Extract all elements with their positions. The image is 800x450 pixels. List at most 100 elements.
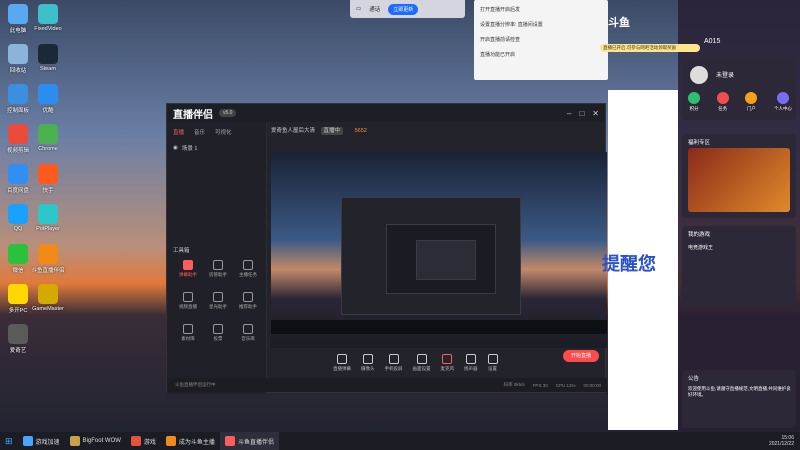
- taskbar: ⊞ 游戏加速 BigFoot WOW 游戏 成为斗鱼主播 斗鱼直播伴侣 15:0…: [0, 432, 800, 450]
- status-fps: FPS 30: [532, 382, 548, 388]
- app-icon: [38, 204, 58, 224]
- admin-icon: [213, 260, 223, 270]
- desktop-icon-label: 斗鱼直播伴侣: [31, 268, 65, 274]
- login-label[interactable]: 未登录: [716, 70, 734, 79]
- viewer-count: 5652: [354, 128, 367, 134]
- tool-item[interactable]: 视频直播: [173, 292, 203, 310]
- star-icon: [213, 292, 223, 302]
- tool-grid: 弹幕助手 房管助手 主播任务 视频直播 星光助手 推荐助手 素材库 投票 音乐库: [173, 260, 263, 342]
- status-bar: 斗鱼直播伴侣运行中 码率 0kb/s FPS 30 CPU 12% 00:00:…: [167, 378, 607, 392]
- app-icon: [165, 436, 176, 446]
- taskbar-item[interactable]: BigFoot WOW: [65, 432, 126, 450]
- top-call-bar: ▭ 通话 立即更新: [350, 0, 465, 18]
- game-title[interactable]: 电竞游戏王: [688, 244, 713, 251]
- close-icon[interactable]: ✕: [592, 109, 599, 118]
- danmu-icon: [337, 354, 347, 364]
- notif-line: 开启直播前请检查: [480, 37, 521, 43]
- clock-date: 2021/12/22: [768, 441, 794, 447]
- avatar[interactable]: [690, 66, 708, 84]
- quick-item[interactable]: 任务: [716, 92, 729, 112]
- eye-icon: ◉: [173, 145, 178, 151]
- portal-icon: [745, 92, 758, 104]
- app-logo: 直播伴侣: [173, 109, 213, 121]
- games-card: 我的游戏 电竞游戏王: [682, 226, 796, 306]
- taskbar-item[interactable]: 成为斗鱼主播: [161, 432, 220, 450]
- maximize-icon[interactable]: □: [579, 109, 584, 118]
- taskbar-item[interactable]: 游戏: [126, 432, 161, 450]
- desktop-icon[interactable]: GameMaster: [30, 284, 66, 312]
- desktop-icon-label: Chrome: [38, 146, 58, 152]
- profile-icon: [776, 92, 789, 104]
- app-icon: [8, 324, 28, 344]
- control-camera[interactable]: 摄像头: [361, 354, 375, 372]
- scene-row[interactable]: ◉ 场景 1: [167, 142, 266, 154]
- music-icon: [243, 324, 253, 334]
- tab-music[interactable]: 音乐: [194, 128, 205, 136]
- cast-icon: [388, 354, 399, 364]
- quick-item[interactable]: 个人中心: [774, 92, 792, 112]
- minimize-icon[interactable]: –: [567, 109, 571, 118]
- control-speaker[interactable]: 扬声器: [464, 354, 478, 372]
- start-live-button[interactable]: 开始直播: [563, 350, 599, 362]
- tool-item[interactable]: 主播任务: [233, 260, 263, 278]
- control-mic[interactable]: 麦克风: [441, 354, 454, 372]
- taskbar-item[interactable]: 斗鱼直播伴侣: [219, 432, 279, 450]
- camera-icon: [362, 354, 373, 364]
- control-cast[interactable]: 手机投屏: [385, 354, 403, 372]
- control-settings[interactable]: 设置: [487, 354, 498, 372]
- app-icon: [8, 84, 28, 104]
- tool-item[interactable]: 弹幕助手: [173, 260, 203, 278]
- windows-icon: ⊞: [5, 435, 13, 446]
- room-title: 爱奇鱼人屋后大清: [271, 128, 316, 134]
- tool-item[interactable]: 推荐助手: [233, 292, 263, 310]
- status-text: 斗鱼直播伴侣运行中: [175, 382, 216, 387]
- desktop-icon[interactable]: 优酷: [30, 84, 66, 114]
- nested-taskbar: [271, 320, 607, 334]
- refresh-button[interactable]: 立即更新: [388, 3, 419, 15]
- tab-visual[interactable]: 可视化: [215, 128, 232, 136]
- app-icon: [38, 244, 58, 264]
- quick-item[interactable]: 门户: [745, 92, 758, 112]
- desktop-icon[interactable]: Steam: [30, 44, 66, 72]
- welfare-banner[interactable]: [688, 148, 790, 212]
- login-card: 未登录 积分 任务 门户 个人中心: [682, 58, 796, 120]
- browser-window: 提醒您: [602, 90, 678, 430]
- app-icon: [38, 284, 58, 304]
- app-icon: [8, 284, 28, 304]
- start-button[interactable]: ⊞: [0, 432, 18, 450]
- taskbar-item[interactable]: 游戏加速: [18, 432, 65, 450]
- promo-banner[interactable]: 直播已开启,可参与网吧活动领取奖励: [600, 44, 700, 52]
- desktop-icon[interactable]: 爱奇艺: [0, 324, 36, 354]
- brand-text: 斗鱼: [608, 17, 630, 29]
- app-icon: [8, 204, 28, 224]
- tab-live[interactable]: 直播: [173, 128, 184, 136]
- status-bitrate: 码率 0kb/s: [503, 382, 525, 387]
- section-title: 福利专区: [688, 140, 711, 146]
- desktop-icon[interactable]: PotPlayer: [30, 204, 66, 232]
- control-screen[interactable]: 画面设置: [413, 354, 431, 372]
- tool-item[interactable]: 投票: [203, 324, 233, 342]
- desktop-icon[interactable]: Chrome: [30, 124, 66, 152]
- video-icon: [183, 292, 193, 302]
- desktop-icon[interactable]: FixedVideo: [30, 4, 66, 32]
- quick-item[interactable]: 积分: [688, 92, 700, 112]
- desktop-icon-label: 优酷: [42, 108, 54, 114]
- desktop-icon-label: Steam: [40, 66, 56, 72]
- remind-text: 提醒您: [602, 254, 656, 274]
- desktop-icon[interactable]: 斗鱼直播伴侣: [30, 244, 66, 274]
- preview-area[interactable]: [271, 152, 607, 348]
- task-icon: [716, 92, 729, 104]
- announce-text: 欢迎使用斗鱼,请遵守直播规范,文明直播,共同维护良好环境。: [688, 386, 791, 398]
- clock[interactable]: 15:06 2021/12/22: [769, 435, 800, 447]
- mic-icon: [442, 354, 453, 364]
- nested-window-3: [416, 240, 476, 280]
- desktop-icon[interactable]: 快手: [30, 164, 66, 194]
- tool-item[interactable]: 素材库: [173, 324, 203, 342]
- version-badge: v5.0: [219, 109, 237, 117]
- tool-item[interactable]: 星光助手: [203, 292, 233, 310]
- room-tag: 直播中: [320, 127, 344, 135]
- control-danmu[interactable]: 直播弹幕: [333, 354, 351, 372]
- app-icon: [38, 124, 58, 144]
- tool-item[interactable]: 音乐库: [233, 324, 263, 342]
- tool-item[interactable]: 房管助手: [203, 260, 233, 278]
